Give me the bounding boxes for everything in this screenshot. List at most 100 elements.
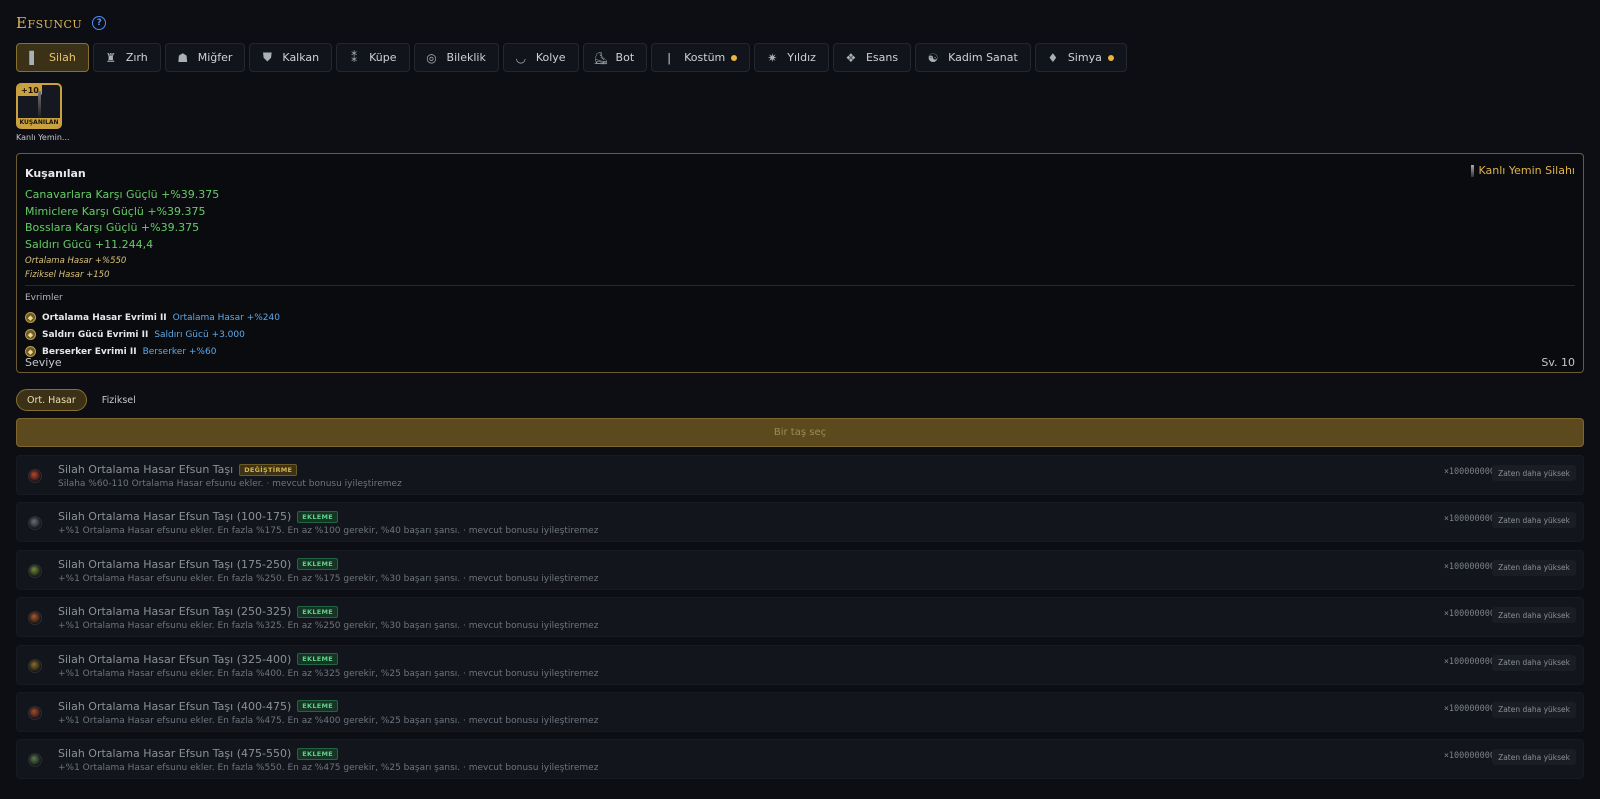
boots-icon: ⛸ [592,50,609,65]
armor-icon: ♜ [105,50,117,65]
tab-ancient-art[interactable]: ☯ Kadim Sanat [915,43,1031,72]
equipped-panel: Kuşanılan Kanlı Yemin Silahı Canavarlara… [16,153,1584,373]
evolution-icon: ◆ [25,329,36,340]
evolution-name: Ortalama Hasar Evrimi II [42,312,167,323]
tab-label: Zırh [125,51,148,64]
header: Efsuncu ? [16,14,107,32]
stone-status: Zaten daha yüksek [1492,465,1576,481]
gem-icon [28,611,42,626]
stone-type-badge: EKLEME [297,653,339,666]
stat-line: Fiziksel Hasar +150 [25,269,110,280]
stone-status: Zaten daha yüksek [1492,749,1576,766]
tab-earring[interactable]: ⁑ Küpe [336,43,410,72]
stone-row[interactable]: Silah Ortalama Hasar Efsun Taşı (475-550… [16,739,1584,780]
earring-icon: ⁑ [351,50,358,65]
necklace-icon: ◡ [515,50,527,65]
stat-line: Ortalama Hasar +%550 [25,255,127,266]
select-stone-button[interactable]: Bir taş seç [16,418,1584,447]
tab-label: Esans [865,51,899,64]
stone-name-text: Silah Ortalama Hasar Efsun Taşı (325-400… [58,652,292,666]
stone-row[interactable]: Silah Ortalama Hasar Efsun Taşı (325-400… [16,644,1584,685]
tab-star[interactable]: ✷ Yıldız [754,43,829,72]
tab-helmet[interactable]: ☗ Miğfer [164,43,246,72]
stone-type-badge: EKLEME [297,510,339,523]
stone-row[interactable]: Silah Ortalama Hasar Efsun Taşı (400-475… [16,691,1584,732]
stone-name-text: Silah Ortalama Hasar Efsun Taşı [58,463,234,476]
evolution-name: Berserker Evrimi II [42,346,137,357]
stat-line: Saldırı Gücü +11.244,4 [25,238,154,252]
stone-name: Silah Ortalama Hasar Efsun Taşı DEĞİŞTİRM… [58,463,298,476]
stone-type-badge: EKLEME [297,605,339,618]
tab-label: Küpe [369,51,397,64]
panel-title: Kuşanılan [25,167,86,180]
gem-icon [28,705,42,720]
sword-icon: ▌ [29,50,39,65]
stone-row[interactable]: Silah Ortalama Hasar Efsun Taşı (100-175… [16,502,1584,543]
tab-label: Simya [1067,51,1102,64]
stone-list: Silah Ortalama Hasar Efsun Taşı DEĞİŞTİRM… [16,455,1584,787]
stone-row[interactable]: Silah Ortalama Hasar Efsun Taşı DEĞİŞTİRM… [16,455,1584,495]
gem-icon [28,753,42,768]
evolutions-heading: Evrimler [25,293,63,303]
tab-alchemy[interactable]: ♦ Simya [1034,43,1127,72]
evolution-item: ◆ Ortalama Hasar Evrimi II Ortalama Hasar … [25,309,280,326]
stone-name-text: Silah Ortalama Hasar Efsun Taşı (250-325… [58,605,292,619]
tab-label: Kolye [535,51,566,64]
stone-description: +%1 Ortalama Hasar efsunu ekler. En fazl… [58,621,599,632]
stone-name: Silah Ortalama Hasar Efsun Taşı (475-550… [58,747,339,760]
stats-list: Canavarlara Karşı Güçlü +%39.375 Mimicler… [25,187,219,282]
stone-name-text: Silah Ortalama Hasar Efsun Taşı (400-475… [58,699,292,713]
tab-sword[interactable]: ▌ Silah [16,43,89,72]
weapon-icon [1470,164,1474,177]
evolutions-list: ◆ Ortalama Hasar Evrimi II Ortalama Hasar … [25,309,280,360]
stone-quantity: ×100000000 [1443,561,1495,572]
subtab[interactable]: Ort. Hasar [16,389,87,411]
subtab[interactable]: Fiziksel [91,389,147,411]
stone-status: Zaten daha yüksek [1492,559,1576,576]
equipped-item-name: Kanlı Yemin Silahı [1470,164,1575,177]
stone-type-badge: EKLEME [297,558,339,571]
help-icon[interactable]: ? [92,16,107,30]
evolution-value: Berserker +%60 [142,346,217,357]
tab-costume[interactable]: ǀ Kostüm [651,43,751,72]
tab-shield[interactable]: ⛊ Kalkan [249,43,333,72]
stone-description: +%1 Ortalama Hasar efsunu ekler. En fazl… [58,668,599,679]
stone-quantity: ×100000000 [1443,656,1495,667]
stone-quantity: ×100000000 [1443,609,1495,620]
evolution-value: Saldırı Gücü +3.000 [154,329,245,340]
app-title: Efsuncu [16,14,83,32]
level-label: Seviye [25,356,62,369]
gem-icon [28,658,42,673]
evolution-icon: ◆ [25,312,36,323]
notification-dot [1107,54,1114,61]
stone-row[interactable]: Silah Ortalama Hasar Efsun Taşı (175-250… [16,549,1584,590]
stone-status: Zaten daha yüksek [1492,512,1576,529]
divider [25,285,1575,286]
tab-necklace[interactable]: ◡ Kolye [502,43,579,72]
evolution-item: ◆ Saldırı Gücü Evrimi II Saldırı Gücü +3.0… [25,326,280,343]
stone-name: Silah Ortalama Hasar Efsun Taşı (325-400… [58,652,339,666]
stone-row[interactable]: Silah Ortalama Hasar Efsun Taşı (250-325… [16,597,1584,638]
helmet-icon: ☗ [177,50,189,65]
tab-label: Kadim Sanat [948,51,1018,64]
bracelet-icon: ◎ [426,50,437,65]
stat-line: Mimiclere Karşı Güçlü +%39.375 [25,204,206,218]
tab-label: Yıldız [787,51,816,64]
stone-quantity: ×100000000 [1443,751,1495,762]
stone-name: Silah Ortalama Hasar Efsun Taşı (100-175… [58,510,339,523]
tab-essence[interactable]: ❖ Esans [832,43,912,72]
stone-quantity: ×100000000 [1443,703,1495,714]
costume-icon: ǀ [667,50,671,65]
tab-label: Bot [615,51,635,64]
stone-description: +%1 Ortalama Hasar efsunu ekler. En fazl… [58,763,599,774]
tab-boots[interactable]: ⛸ Bot [582,43,648,72]
equipped-item-slot[interactable]: +10 KUŞANILAN [16,83,62,129]
star-icon: ✷ [767,50,778,65]
tab-armor[interactable]: ♜ Zırh [92,43,161,72]
stone-status: Zaten daha yüksek [1492,654,1576,671]
stone-name: Silah Ortalama Hasar Efsun Taşı (400-475… [58,699,339,713]
tab-bracelet[interactable]: ◎ Bileklik [413,43,499,72]
evolution-name: Saldırı Gücü Evrimi II [42,329,149,340]
gem-icon [28,516,42,531]
evolution-item: ◆ Berserker Evrimi II Berserker +%60 [25,343,280,360]
